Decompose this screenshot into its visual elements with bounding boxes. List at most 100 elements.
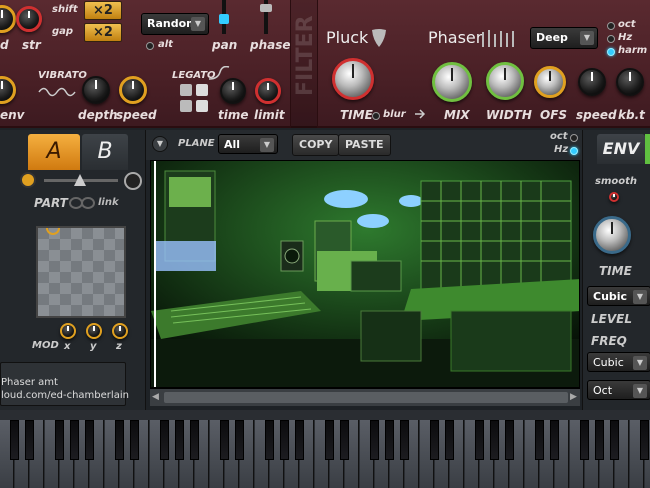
str-knob[interactable] [16,6,42,32]
oct-select[interactable]: Oct ▼ [587,380,650,400]
black-key[interactable] [175,420,184,460]
black-key[interactable] [505,420,514,460]
black-key[interactable] [475,420,484,460]
scroll-right-icon[interactable]: ▶ [570,392,577,402]
legato-limit-knob[interactable] [255,78,281,104]
black-key[interactable] [235,420,244,460]
black-key[interactable] [190,420,199,460]
black-key[interactable] [400,420,409,460]
black-key[interactable] [280,420,289,460]
image-viewport[interactable] [150,160,580,388]
black-key[interactable] [160,420,169,460]
pluck-time-knob[interactable] [332,58,374,100]
phaser-mode-select[interactable]: Deep ▼ [530,27,598,49]
oct-radio[interactable] [570,134,578,142]
part-label: PART [34,196,68,210]
legato-mode-button-1[interactable] [180,84,192,96]
green-tab-edge[interactable] [645,134,650,164]
pan-label: pan [212,38,238,52]
random-select[interactable]: Random ▼ [141,13,209,35]
oct-radio[interactable] [607,22,615,30]
sine-wave-icon [38,87,76,97]
link-icon [69,197,95,209]
chevron-down-icon: ▼ [260,138,274,152]
shift-label: shift [52,4,78,15]
black-key[interactable] [220,420,229,460]
black-key[interactable] [115,420,124,460]
tab-a[interactable]: A [28,134,80,170]
studio-image [151,161,579,387]
paste-button[interactable]: PASTE [338,134,391,156]
hz-radio[interactable] [570,147,578,155]
guitar-pick-icon [372,29,386,47]
black-key[interactable] [610,420,619,460]
black-key[interactable] [385,420,394,460]
legato-time-knob[interactable] [220,78,246,104]
black-key[interactable] [445,420,454,460]
scrollbar-thumb[interactable] [164,392,568,403]
black-key[interactable] [25,420,34,460]
pan-slider-handle[interactable] [219,14,229,24]
phaser-ofs-knob[interactable] [534,66,566,98]
vibrato-speed-knob[interactable] [119,76,147,104]
horizontal-scrollbar[interactable]: ◀ ▶ [150,388,580,406]
left-edge-knob[interactable] [0,5,16,33]
x-label: x [64,341,71,352]
black-key[interactable] [325,420,334,460]
black-key[interactable] [595,420,604,460]
phaser-speed-knob[interactable] [578,68,606,96]
mod-x-knob[interactable] [60,323,76,339]
mod-y-knob[interactable] [86,323,102,339]
phase-slider-handle[interactable] [260,4,272,12]
black-key[interactable] [265,420,274,460]
black-key[interactable] [580,420,589,460]
tab-env[interactable]: ENV [597,134,645,164]
harm-radio[interactable] [607,48,615,56]
env-time-knob[interactable] [593,216,631,254]
xy-mod-pad[interactable] [36,226,126,318]
black-key[interactable] [550,420,559,460]
part-enable-toggle[interactable] [20,172,36,188]
black-key[interactable] [10,420,19,460]
black-key[interactable] [70,420,79,460]
black-key[interactable] [535,420,544,460]
legato-mode-button-3[interactable] [180,100,192,112]
smooth-knob[interactable] [609,192,619,202]
black-key[interactable] [85,420,94,460]
phaser-speed-label: speed [576,108,617,122]
black-key[interactable] [130,420,139,460]
cubic-select-2[interactable]: Cubic ▼ [587,352,650,372]
legato-mode-button-4[interactable] [196,100,208,112]
phaser-kbt-knob[interactable] [616,68,644,96]
black-key[interactable] [340,420,349,460]
mod-z-knob[interactable] [112,323,128,339]
tab-b[interactable]: B [82,134,128,170]
chevron-down-icon[interactable]: ▼ [152,136,168,152]
scroll-left-icon[interactable]: ◀ [152,392,159,402]
copy-button[interactable]: COPY [292,134,340,156]
arrow-icon [415,109,426,119]
env-knob[interactable] [0,76,16,104]
black-key[interactable] [490,420,499,460]
blur-radio[interactable] [372,112,380,120]
legato-mode-button-2[interactable] [196,84,208,96]
black-key[interactable] [295,420,304,460]
phaser-width-knob[interactable] [486,62,524,100]
env-time-label: TIME [599,264,632,278]
vibrato-depth-knob[interactable] [82,76,110,104]
plane-select[interactable]: All ▼ [218,134,278,154]
black-key[interactable] [370,420,379,460]
gap-multiplier-toggle[interactable]: ×2 [84,23,122,42]
black-key[interactable] [55,420,64,460]
phaser-mix-knob[interactable] [432,62,472,102]
shift-multiplier-toggle[interactable]: ×2 [84,1,122,20]
black-key[interactable] [430,420,439,460]
alt-radio[interactable] [146,42,154,50]
hz-radio[interactable] [607,35,615,43]
width-label: WIDTH [486,108,532,122]
cubic-select-1[interactable]: Cubic ▼ [587,286,650,306]
xy-pad-cursor[interactable] [46,228,60,235]
part-radio[interactable] [124,172,142,190]
copy-button-label: COPY [299,138,333,151]
black-key[interactable] [640,420,649,460]
